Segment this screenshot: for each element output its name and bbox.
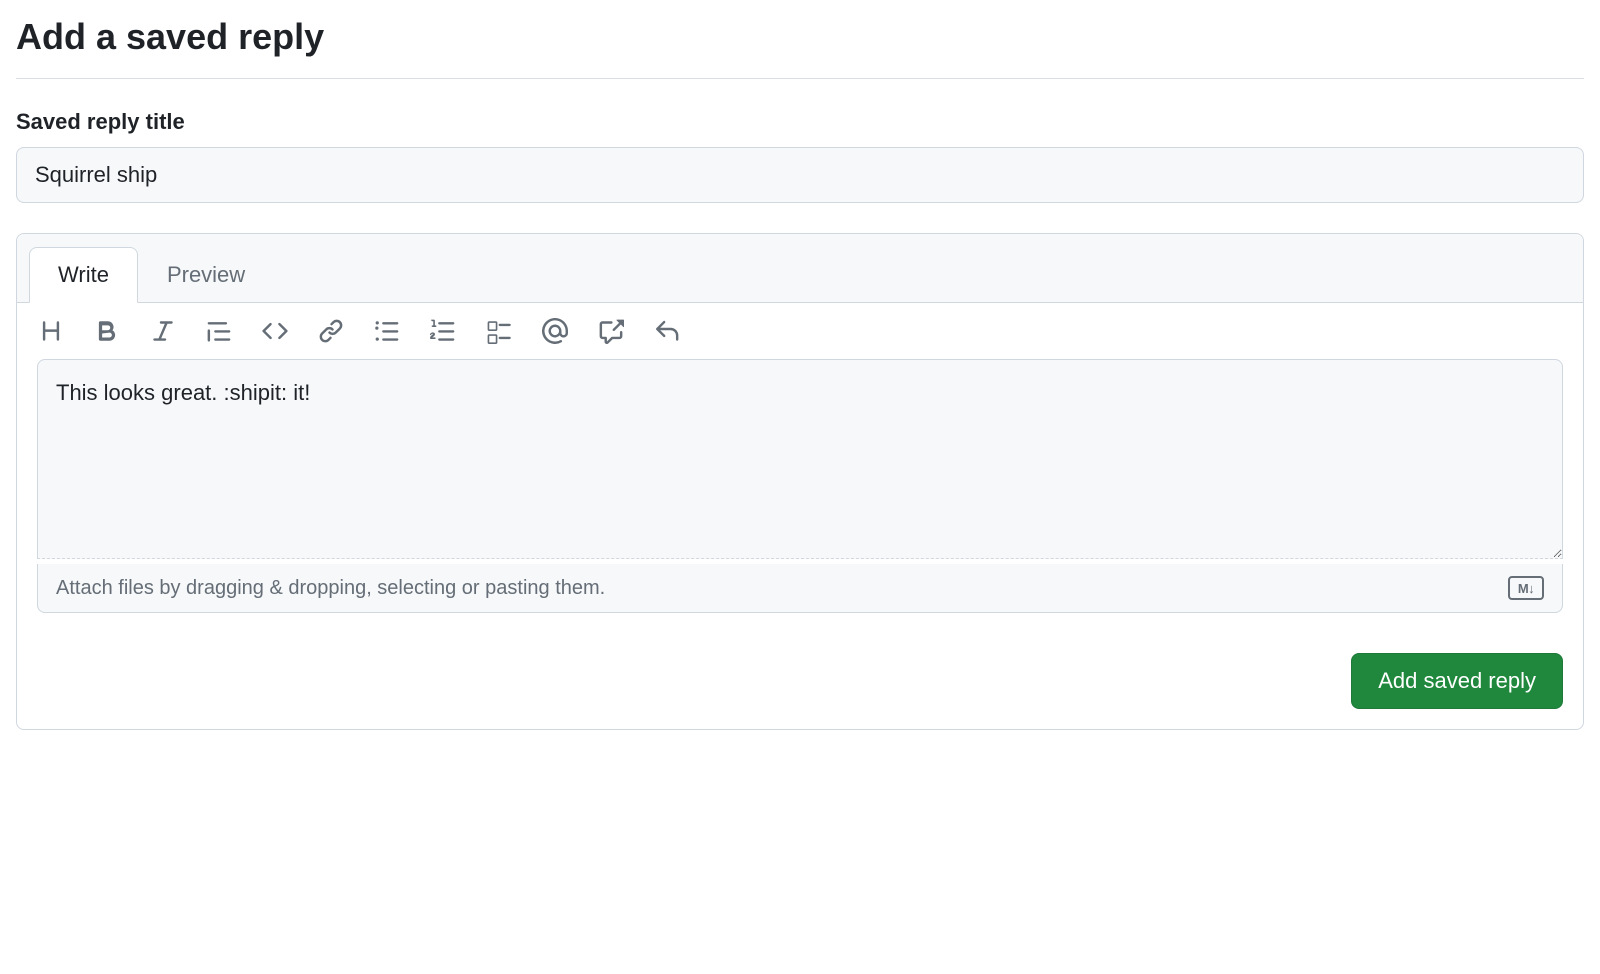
code-icon[interactable] bbox=[261, 317, 289, 345]
heading-icon[interactable] bbox=[37, 317, 65, 345]
attach-hint: Attach files by dragging & dropping, sel… bbox=[56, 577, 605, 600]
link-icon[interactable] bbox=[317, 317, 345, 345]
markdown-icon[interactable]: M↓ bbox=[1508, 576, 1544, 600]
title-input[interactable] bbox=[16, 147, 1584, 203]
editor-box: Write Preview bbox=[16, 233, 1584, 730]
attach-row[interactable]: Attach files by dragging & dropping, sel… bbox=[37, 564, 1563, 613]
editor-toolbar bbox=[17, 303, 1583, 359]
actions-row: Add saved reply bbox=[17, 633, 1583, 729]
editor-tabs: Write Preview bbox=[17, 234, 1583, 303]
unordered-list-icon[interactable] bbox=[373, 317, 401, 345]
bold-icon[interactable] bbox=[93, 317, 121, 345]
page-title: Add a saved reply bbox=[16, 16, 1584, 79]
reply-icon[interactable] bbox=[653, 317, 681, 345]
italic-icon[interactable] bbox=[149, 317, 177, 345]
quote-icon[interactable] bbox=[205, 317, 233, 345]
tab-write[interactable]: Write bbox=[29, 247, 138, 303]
task-list-icon[interactable] bbox=[485, 317, 513, 345]
body-textarea[interactable] bbox=[37, 359, 1563, 559]
ordered-list-icon[interactable] bbox=[429, 317, 457, 345]
tab-preview[interactable]: Preview bbox=[138, 247, 274, 303]
mention-icon[interactable] bbox=[541, 317, 569, 345]
title-label: Saved reply title bbox=[16, 109, 1584, 135]
cross-reference-icon[interactable] bbox=[597, 317, 625, 345]
add-saved-reply-button[interactable]: Add saved reply bbox=[1351, 653, 1563, 709]
